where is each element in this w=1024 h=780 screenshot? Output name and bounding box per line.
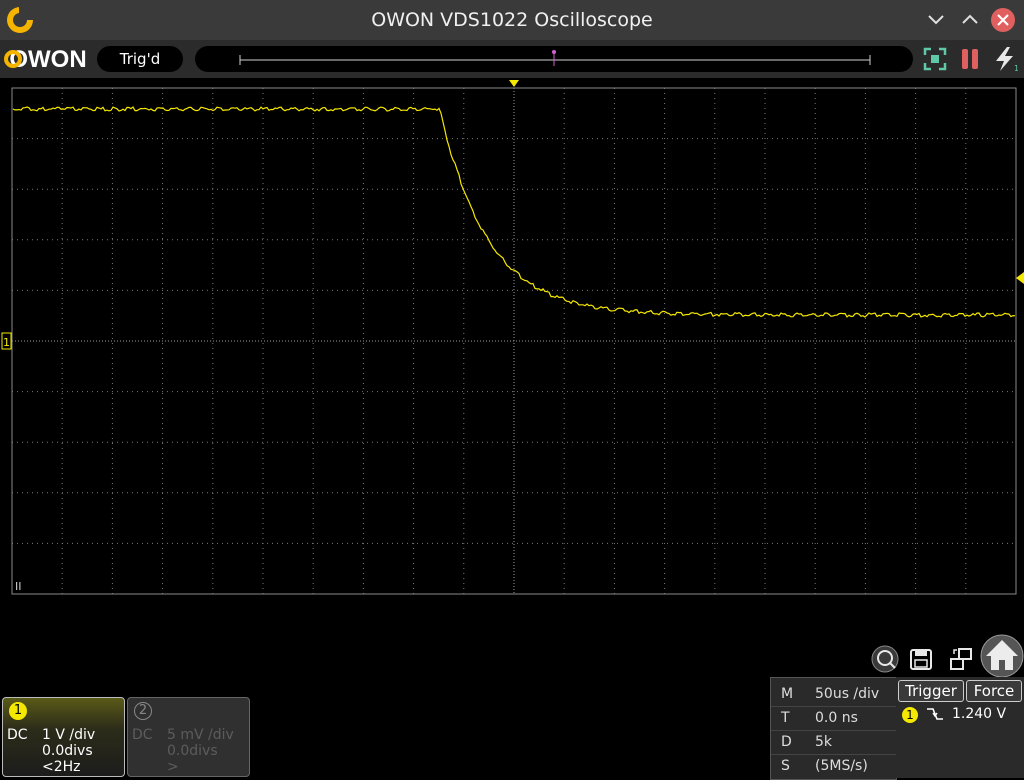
timebase-value: 50us /div [815,686,880,702]
autofit-icon[interactable] [922,46,948,72]
sample-rate-key: S [781,758,790,774]
ch1-ground-marker: 1 [1,332,12,350]
channel-2-offset: 0.0divs [167,743,218,759]
pause-icon[interactable] [957,46,983,72]
force-button[interactable]: Force [966,680,1022,702]
timebase-overview-bar[interactable] [195,46,913,72]
channel-1-offset: 0.0divs [42,743,93,759]
save-icon[interactable] [906,644,936,674]
trigger-position-marker [509,80,519,87]
window-title: OWON VDS1022 Oscilloscope [371,9,653,31]
sample-rate-row[interactable]: S (5MS/s) [771,754,896,778]
minimize-icon[interactable] [923,7,949,33]
graticule [12,88,1016,594]
channel-2-number: 2 [134,702,152,720]
waveform-display[interactable]: 1 II [0,78,1024,618]
pause-marker: II [15,580,22,593]
trigger-time-row[interactable]: T 0.0 ns [771,706,896,731]
channel-2-coupling: DC [132,727,153,743]
channel-1-coupling: DC [7,727,28,743]
trigger-level-value: 1.240 V [952,706,1007,722]
depth-row[interactable]: D 5k [771,730,896,755]
channel-1-number: 1 [9,702,27,720]
maximize-icon[interactable] [957,7,983,33]
home-icon[interactable] [980,634,1024,678]
channel-2-frequency: > [167,759,179,775]
timebase-key: M [781,686,794,702]
depth-key: D [781,734,792,750]
close-icon[interactable] [990,7,1016,33]
svg-text:1: 1 [1014,64,1018,72]
trigger-button[interactable]: Trigger [898,680,964,702]
search-home-icon[interactable] [870,644,900,674]
falling-edge-icon[interactable] [926,705,944,723]
owon-logo: OWON [4,44,92,74]
channel-2-volts-per-div: 5 mV /div [167,727,234,743]
sample-rate-value: (5MS/s) [815,758,868,774]
trigger-source[interactable]: 1 [902,707,918,723]
trigger-status-badge: Trig'd [97,46,183,72]
channel-1-panel[interactable]: 1 DC 1 V /div 0.0divs <2Hz [2,697,125,777]
acquisition-panel[interactable]: M 50us /div T 0.0 ns D 5k S (5MS/s) [770,677,897,780]
channel-1-frequency: <2Hz [42,759,81,775]
force-trigger-icon[interactable]: 1 [992,46,1018,72]
svg-text:1: 1 [3,336,10,349]
depth-value: 5k [815,734,833,750]
trigger-level-marker [1016,272,1024,284]
title-bar: OWON VDS1022 Oscilloscope [0,0,1024,40]
trigger-panel: Trigger Force 1 1.240 V [896,677,1024,778]
timebase-row[interactable]: M 50us /div [771,682,896,707]
trigger-time-value: 0.0 ns [815,710,858,726]
trigger-time-key: T [781,710,790,726]
channel-2-panel[interactable]: 2 DC 5 mV /div 0.0divs > [127,697,250,777]
bottom-toolbar [868,634,1024,678]
swap-icon[interactable] [946,644,976,674]
channel-1-volts-per-div: 1 V /div [42,727,96,743]
